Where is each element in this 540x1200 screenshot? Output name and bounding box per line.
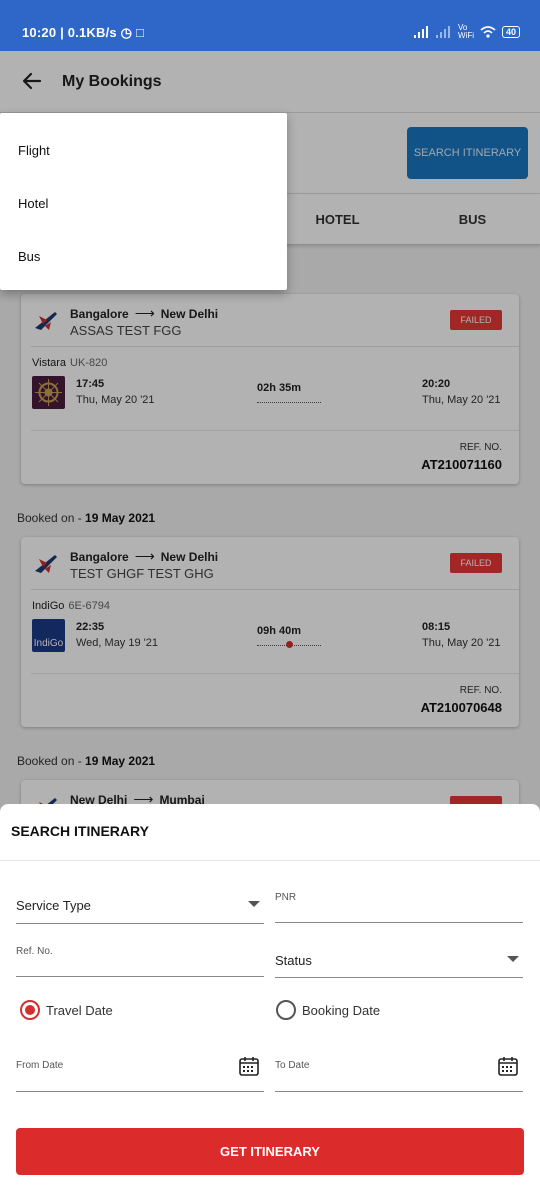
vowifi-icon: Vo WiFi [457, 23, 474, 40]
booking-date-radio[interactable]: Booking Date [276, 1000, 380, 1020]
signal2-icon [435, 26, 450, 38]
get-itinerary-button[interactable]: GET ITINERARY [16, 1128, 524, 1175]
ref-no-field[interactable]: Ref. No. [16, 938, 264, 977]
calendar-icon[interactable] [238, 1055, 260, 1077]
calendar-icon[interactable] [497, 1055, 519, 1077]
menu-item-bus[interactable]: Bus [18, 249, 40, 264]
radio-selected-icon [20, 1000, 40, 1020]
battery-icon: 40 [501, 26, 520, 38]
pnr-field[interactable]: PNR [275, 884, 523, 923]
status-select[interactable]: Status [275, 938, 523, 978]
radio-unselected-icon [276, 1000, 296, 1020]
menu-item-hotel[interactable]: Hotel [18, 196, 48, 211]
wifi-icon [480, 26, 496, 38]
signal-icon [413, 26, 428, 38]
net-speed: 0.1KB/s [67, 25, 117, 40]
to-date-field[interactable]: To Date [275, 1052, 523, 1092]
clock-text: 10:20 [22, 25, 57, 40]
menu-item-flight[interactable]: Flight [18, 143, 50, 158]
travel-date-radio[interactable]: Travel Date [20, 1000, 113, 1020]
sheet-title: SEARCH ITINERARY [11, 823, 149, 839]
status-icons: Vo WiFi 40 [413, 23, 520, 40]
search-itinerary-sheet: SEARCH ITINERARY Service Type PNR Ref. N… [0, 804, 540, 1200]
chevron-down-icon [248, 901, 260, 907]
service-type-select[interactable]: Service Type [16, 884, 264, 924]
alarm-icon: ◷ [120, 25, 133, 40]
from-date-field[interactable]: From Date [16, 1052, 264, 1092]
service-type-menu: Flight Hotel Bus [0, 113, 287, 290]
chevron-down-icon [507, 956, 519, 962]
status-time: 10:20 | 0.1KB/s ◷ □ [22, 25, 145, 40]
status-bar: 10:20 | 0.1KB/s ◷ □ Vo WiFi 40 [0, 0, 540, 51]
laptop-icon: □ [135, 25, 145, 40]
